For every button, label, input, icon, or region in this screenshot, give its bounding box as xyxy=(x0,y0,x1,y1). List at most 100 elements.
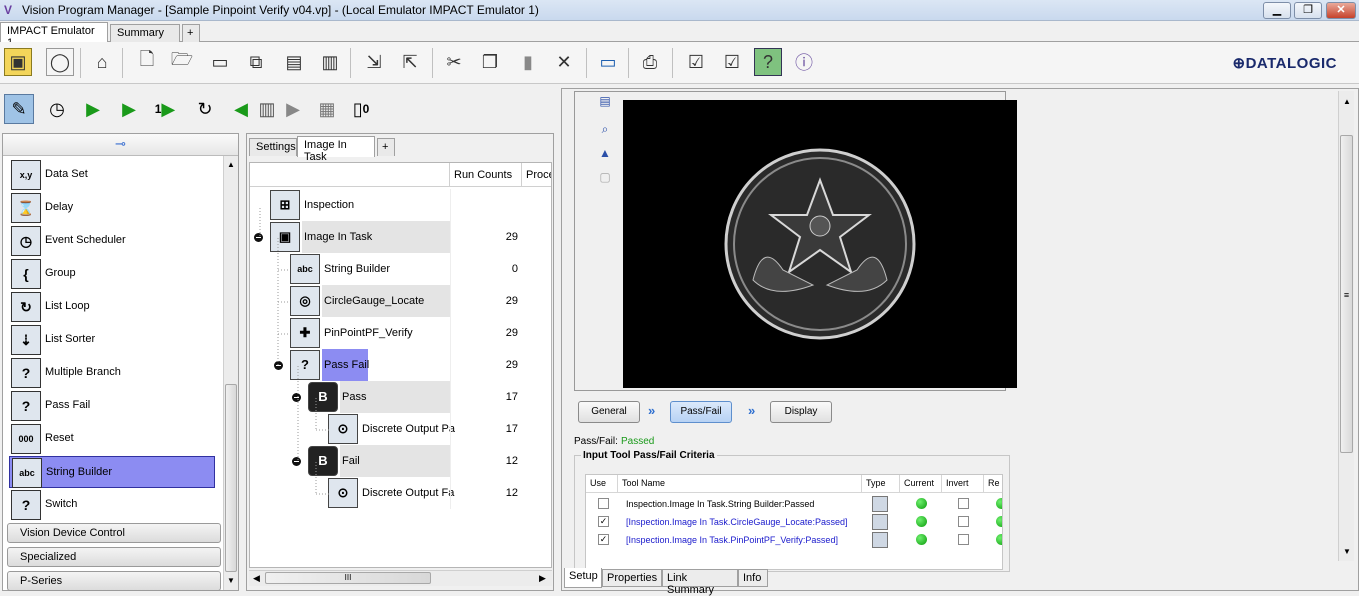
switch-icon: ? xyxy=(11,490,41,520)
use-checkbox[interactable] xyxy=(598,498,609,509)
tab-properties[interactable]: Properties xyxy=(602,569,662,587)
checklist-alt-icon[interactable]: ☑ xyxy=(718,48,746,76)
scroll-down-arrow[interactable]: ▼ xyxy=(1343,547,1351,556)
app-icon: V xyxy=(4,3,13,17)
about-icon[interactable]: ⓘ xyxy=(790,48,818,76)
new-file-icon[interactable]: 🗋 xyxy=(133,48,161,76)
help-icon[interactable]: ? xyxy=(754,48,782,76)
copy-doc-icon[interactable]: ⧉ xyxy=(242,48,270,76)
tree-hscrollbar[interactable]: ◀ III ▶ xyxy=(249,570,552,586)
toggle-icon[interactable]: ⊸ xyxy=(115,136,126,151)
current-column-header[interactable]: Current xyxy=(900,475,942,493)
export-icon[interactable]: ⇲ xyxy=(360,48,388,76)
record-icon[interactable]: ◯ xyxy=(46,48,74,76)
inspection-image[interactable] xyxy=(623,100,1017,388)
step-icon[interactable]: 1 ▶ xyxy=(150,94,180,124)
scroll-thumb[interactable]: III xyxy=(265,572,431,584)
cut-icon[interactable]: ✂ xyxy=(440,48,468,76)
scroll-up-arrow[interactable]: ▲ xyxy=(1343,97,1351,106)
scroll-down-arrow[interactable]: ▼ xyxy=(227,576,235,585)
copy-icon[interactable]: ❐ xyxy=(476,48,504,76)
run-counts-header[interactable]: Run Counts xyxy=(450,163,522,187)
run-icon[interactable]: ▶ xyxy=(78,94,108,124)
process-header[interactable]: Proce xyxy=(522,163,551,187)
criteria-row: ✓ [Inspection.Image In Task.CircleGauge_L… xyxy=(586,513,1002,531)
folder-icon[interactable]: ▭ xyxy=(206,48,234,76)
palette-item-label: Pass Fail xyxy=(45,399,91,411)
run-once-icon[interactable]: ▶ xyxy=(114,94,144,124)
add-tab-button[interactable]: + xyxy=(182,24,200,42)
invert-checkbox[interactable] xyxy=(958,498,969,509)
use-checkbox[interactable]: ✓ xyxy=(598,516,609,527)
scroll-left-arrow[interactable]: ◀ xyxy=(253,573,260,584)
image-settings-icon[interactable]: ▤ xyxy=(597,94,613,110)
edit-mode-icon[interactable]: ✎ xyxy=(4,94,34,124)
result-column-header[interactable]: Re xyxy=(984,475,1002,493)
tab-summary[interactable]: Summary xyxy=(110,24,180,42)
open-folder-icon[interactable]: 🗁 xyxy=(168,48,196,76)
scroll-thumb[interactable]: ≡ xyxy=(1340,135,1353,453)
step-passfail-button[interactable]: Pass/Fail xyxy=(670,401,732,423)
home-icon[interactable]: ⌂ xyxy=(88,48,116,76)
palette-item-group[interactable]: {Group xyxy=(9,258,215,290)
palette-scrollbar[interactable]: ▲ ▼ xyxy=(223,156,238,590)
invert-checkbox[interactable] xyxy=(958,516,969,527)
close-button[interactable]: ✕ xyxy=(1326,2,1356,19)
monitor-icon[interactable]: ▭ xyxy=(594,48,622,76)
palette-item-data-set[interactable]: x,y Data Set xyxy=(9,159,215,191)
palette-item-reset[interactable]: 000 Reset xyxy=(9,423,215,455)
palette-item-string-builder[interactable]: abc String Builder xyxy=(9,456,215,488)
category-specialized[interactable]: Specialized xyxy=(7,547,221,567)
tab-setup[interactable]: Setup xyxy=(564,568,602,588)
histogram-icon[interactable]: ▲ xyxy=(597,146,613,162)
use-checkbox[interactable]: ✓ xyxy=(598,534,609,545)
panel-scrollbar[interactable]: ▲ ≡ ▼ xyxy=(1338,91,1354,561)
counter-icon[interactable]: ▯ 0 xyxy=(346,94,376,124)
palette-item-delay[interactable]: ⌛ Delay xyxy=(9,192,215,224)
invert-column-header[interactable]: Invert xyxy=(942,475,984,493)
step-general-button[interactable]: General xyxy=(578,401,640,423)
toolname-column-header[interactable]: Tool Name xyxy=(618,475,862,493)
category-p-series[interactable]: P-Series xyxy=(7,571,221,591)
palette-item-switch[interactable]: ? Switch xyxy=(9,489,215,521)
tab-info[interactable]: Info xyxy=(738,569,768,587)
print-icon[interactable]: ⎙ xyxy=(636,48,664,76)
delete-icon[interactable]: ✕ xyxy=(550,48,578,76)
category-vision-device-control[interactable]: Vision Device Control xyxy=(7,523,221,543)
restore-button[interactable]: ❐ xyxy=(1294,2,1322,19)
scroll-right-arrow[interactable]: ▶ xyxy=(539,573,546,584)
save-icon[interactable]: ▤ xyxy=(280,48,308,76)
list-sorter-icon: ⇣ xyxy=(11,325,41,355)
palette-item-event-scheduler[interactable]: ◷ Event Scheduler xyxy=(9,225,215,257)
palette-item-multiple-branch[interactable]: ? Multiple Branch xyxy=(9,357,215,389)
palette-item-list-sorter[interactable]: ⇣ List Sorter xyxy=(9,324,215,356)
blank-icon[interactable]: ▢ xyxy=(597,170,613,186)
tab-impact-emulator[interactable]: IMPACT Emulator 1 xyxy=(0,22,108,49)
scroll-thumb[interactable] xyxy=(225,384,237,572)
step-count: 1 xyxy=(154,102,162,116)
next-icon[interactable]: ▶ xyxy=(278,94,308,124)
import-icon[interactable]: ⇱ xyxy=(396,48,424,76)
scroll-up-arrow[interactable]: ▲ xyxy=(227,160,235,169)
loop-icon[interactable]: ↻ xyxy=(190,94,220,124)
tab-link-summary[interactable]: Link Summary xyxy=(662,569,738,596)
save-as-icon[interactable]: ▥ xyxy=(316,48,344,76)
tool-name: [Inspection.Image In Task.CircleGauge_Lo… xyxy=(626,517,848,527)
tab-settings[interactable]: Settings xyxy=(249,138,297,156)
use-column-header[interactable]: Use xyxy=(586,475,618,493)
step-display-button[interactable]: Display xyxy=(770,401,832,423)
chart-icon[interactable]: ▦ xyxy=(312,94,342,124)
timer-icon[interactable]: ◷ xyxy=(42,94,72,124)
minimize-button[interactable]: ▁ xyxy=(1263,2,1291,19)
tab-image-in-task[interactable]: Image In Task xyxy=(297,136,375,163)
palette-item-list-loop[interactable]: ↻ List Loop xyxy=(9,291,215,323)
paste-icon[interactable]: ▮ xyxy=(514,48,542,76)
zoom-icon[interactable]: ⌕ xyxy=(597,122,613,138)
add-task-tab-button[interactable]: + xyxy=(377,138,395,156)
palette-item-pass-fail[interactable]: ? Pass Fail xyxy=(9,390,215,422)
type-column-header[interactable]: Type xyxy=(862,475,900,493)
invert-checkbox[interactable] xyxy=(958,534,969,545)
checklist-icon[interactable]: ☑ xyxy=(682,48,710,76)
palette-header[interactable]: ⊸ xyxy=(3,134,238,156)
device-icon[interactable]: ▣ xyxy=(4,48,32,76)
